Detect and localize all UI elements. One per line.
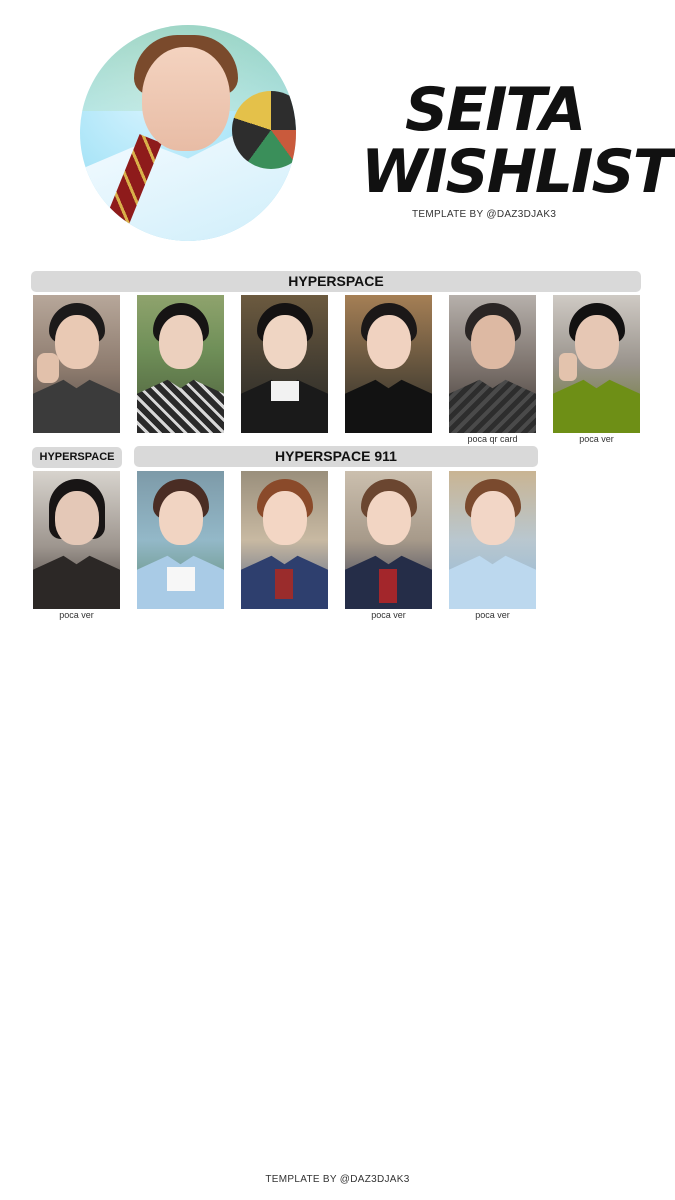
- card-caption: poca qr card: [467, 434, 518, 444]
- photocard[interactable]: [553, 295, 640, 433]
- photocard[interactable]: [241, 295, 328, 433]
- section-header-hyperspace-911: HYPERSPACE 911: [134, 446, 538, 467]
- photocard[interactable]: [33, 295, 120, 433]
- photocard[interactable]: [137, 471, 224, 609]
- page-title-line-1: SEITA: [405, 75, 586, 145]
- photocard[interactable]: [449, 295, 536, 433]
- template-credit-top: TEMPLATE BY @DAZ3DJAK3: [412, 209, 557, 220]
- photocard[interactable]: [449, 471, 536, 609]
- card-caption: poca ver: [59, 610, 94, 620]
- photocard[interactable]: [345, 295, 432, 433]
- photocard[interactable]: [241, 471, 328, 609]
- template-credit-bottom: TEMPLATE BY @DAZ3DJAK3: [265, 1174, 410, 1185]
- photocard[interactable]: [137, 295, 224, 433]
- section-header-hyperspace: HYPERSPACE: [31, 271, 641, 292]
- card-caption: poca ver: [371, 610, 406, 620]
- section-header-hyperspace-small: HYPERSPACE: [32, 447, 122, 468]
- card-caption: poca ver: [475, 610, 510, 620]
- card-caption: poca ver: [579, 434, 614, 444]
- photocard[interactable]: [33, 471, 120, 609]
- profile-photo: [80, 25, 296, 241]
- photocard[interactable]: [345, 471, 432, 609]
- page-title-line-2: WISHLIST: [361, 137, 674, 207]
